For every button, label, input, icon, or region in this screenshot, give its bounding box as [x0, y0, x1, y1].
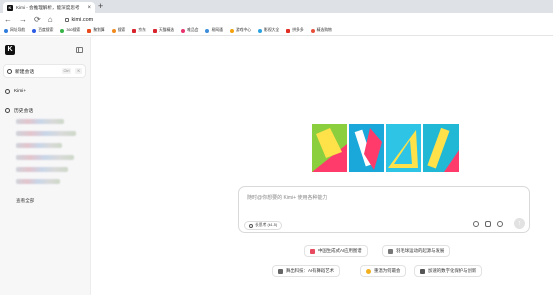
kimi-plus-icon — [5, 89, 10, 94]
suggestion-chip[interactable]: 舞出科技：AI有舞蹈艺术 — [272, 265, 341, 277]
tab-title: Kimi - 会推理解析，能深度思考 — [16, 4, 80, 10]
bookmark-item[interactable]: 网址导航 — [4, 28, 25, 33]
forward-icon[interactable]: → — [19, 15, 27, 24]
sidebar-collapse-icon[interactable] — [76, 47, 83, 53]
bookmark-item[interactable]: 拼多多 — [286, 28, 304, 33]
bookmark-icon — [4, 28, 8, 33]
bookmark-icon — [60, 28, 65, 33]
lock-icon — [64, 17, 69, 22]
history-item-blurred[interactable] — [16, 167, 68, 172]
bookmark-item[interactable]: 搜索 — [111, 28, 125, 33]
bookmark-item[interactable]: 唯品会 — [181, 28, 198, 33]
bookmark-icon — [32, 28, 37, 33]
bookmark-item[interactable]: 百度搜索 — [32, 28, 53, 33]
history-list — [16, 119, 86, 191]
emoji-icon — [366, 268, 371, 274]
history-item-blurred[interactable] — [16, 131, 76, 136]
suggestion-icon — [278, 268, 283, 274]
bookmark-icon — [181, 28, 186, 33]
sidebar-item-history[interactable]: 历史会话 — [5, 107, 33, 114]
new-chat-icon — [7, 68, 12, 74]
history-item-blurred[interactable] — [16, 143, 62, 148]
browser-toolbar: ← → ⟳ ⌂ kimi.com — [0, 13, 553, 26]
suggestion-chip[interactable]: 重温为何最会 — [360, 265, 407, 277]
suggestion-chip[interactable]: 羽毛球运动的起源与发展 — [382, 245, 451, 257]
monitor-icon — [420, 268, 425, 274]
suggestion-chip[interactable]: 加速的数字化保护与创新 — [414, 265, 483, 277]
shortcut-key: K — [75, 68, 82, 74]
settings-icon[interactable] — [497, 221, 503, 227]
bookmark-item[interactable]: 影视大全 — [258, 28, 279, 33]
bookmark-item[interactable]: 天猫精选 — [152, 28, 174, 33]
bookmark-item[interactable]: 360搜索 — [60, 28, 80, 33]
bookmark-icon — [87, 28, 92, 33]
bookmark-item[interactable]: 游戏中心 — [229, 28, 251, 33]
long-thinking-toggle[interactable]: 长思考 (k1.5) — [244, 221, 283, 230]
view-all-link[interactable]: 查看全部 — [16, 198, 34, 204]
close-icon[interactable]: × — [87, 5, 91, 11]
shortcut-key: Ctrl — [61, 68, 72, 74]
bookmark-item[interactable]: 聚划算 — [87, 28, 105, 33]
browser-tab-strip: K Kimi - 会推理解析，能深度思考 × + — [0, 0, 553, 13]
globe-icon[interactable] — [473, 221, 479, 227]
search-icon — [388, 248, 393, 254]
bookmark-icon — [111, 28, 116, 33]
main-panel: 随时@你想要的 Kimi+ 使用各种能力 长思考 (k1.5) ↑ 中国生成式A… — [92, 37, 553, 295]
bookmark-icon — [132, 28, 137, 33]
history-item-blurred[interactable] — [16, 179, 60, 184]
address-bar[interactable]: kimi.com — [60, 15, 549, 25]
bookmarks-bar: 网址导航 百度搜索 360搜索 聚划算 搜索 京东 天猫精选 唯品会 易网通 游… — [0, 26, 553, 36]
bookmark-icon — [310, 28, 315, 33]
bookmark-icon — [258, 28, 263, 33]
bookmark-icon — [152, 28, 157, 33]
history-item-blurred[interactable] — [16, 119, 64, 124]
url-text: kimi.com — [71, 16, 94, 23]
bookmark-item[interactable]: 易网通 — [205, 28, 223, 33]
history-item-blurred[interactable] — [16, 155, 74, 160]
home-icon[interactable]: ⌂ — [48, 15, 53, 24]
kimi-logo[interactable]: K — [5, 45, 15, 55]
send-button[interactable]: ↑ — [514, 218, 525, 229]
sidebar-item-kimi-plus[interactable]: Kimi+ — [5, 89, 26, 94]
new-tab-button[interactable]: + — [98, 1, 103, 11]
bookmark-icon — [205, 28, 210, 33]
composer-placeholder[interactable]: 随时@你想要的 Kimi+ 使用各种能力 — [247, 194, 328, 201]
bookmark-icon — [229, 28, 234, 33]
suggestion-icon — [310, 248, 315, 254]
kimi-favicon-icon: K — [7, 4, 13, 11]
new-chat-button[interactable]: 新建会话 Ctrl K — [3, 64, 86, 78]
bookmark-icon — [286, 28, 291, 33]
hero-illustration — [312, 124, 459, 172]
sidebar: K 新建会话 Ctrl K Kimi+ 历史会话 查看全部 — [0, 37, 91, 295]
history-icon — [5, 108, 10, 113]
suggestion-chip[interactable]: 中国生成式AI应用图谱 — [304, 245, 368, 257]
bulb-icon — [249, 223, 253, 228]
bookmark-item[interactable]: 京东 — [132, 28, 146, 33]
attach-icon[interactable] — [485, 221, 491, 227]
back-icon[interactable]: ← — [4, 15, 12, 24]
chat-composer[interactable]: 随时@你想要的 Kimi+ 使用各种能力 长思考 (k1.5) ↑ — [238, 186, 530, 233]
browser-tab[interactable]: K Kimi - 会推理解析，能深度思考 × — [3, 2, 95, 13]
bookmark-item[interactable]: 精选购物 — [310, 28, 332, 33]
reload-icon[interactable]: ⟳ — [34, 15, 41, 24]
